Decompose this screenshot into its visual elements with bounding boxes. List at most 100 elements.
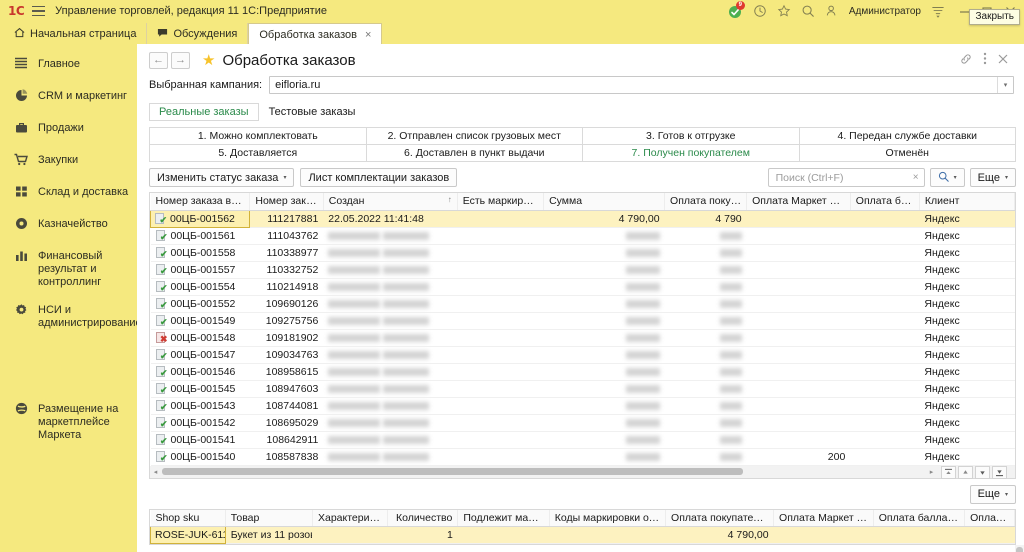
col-header-kolichestvo[interactable]: Количество	[387, 509, 459, 527]
cell-order-number-1c[interactable]: ✔ 00ЦБ-001557	[150, 261, 250, 279]
scroll-thumb[interactable]	[162, 468, 744, 475]
col-header-kody-markirovki[interactable]: Коды маркировки отправлены	[549, 509, 667, 527]
cell-created[interactable]	[323, 397, 458, 415]
scroll-right-icon[interactable]: ▸	[926, 468, 937, 476]
col-header-client[interactable]: Клиент	[919, 193, 1016, 211]
col-header-harakteristika[interactable]: Характеристика т...	[312, 509, 388, 527]
cell-oplata-pokupatelem[interactable]: 4 790,00	[665, 526, 774, 544]
col-header-has-marked-goods[interactable]: Есть маркируемые товары	[457, 193, 545, 211]
cell-payment-buyer[interactable]	[664, 346, 747, 364]
table-row[interactable]: ✔ 00ЦБ-001543 108744081 Яндекс	[150, 397, 1015, 415]
move-up-icon[interactable]	[958, 465, 973, 479]
cell-payment-market-bonus[interactable]	[746, 414, 851, 432]
cell-created[interactable]	[323, 227, 458, 245]
back-button[interactable]: ←	[149, 51, 168, 69]
cell-has-marked-goods[interactable]	[457, 210, 544, 228]
cell-created[interactable]	[323, 261, 458, 279]
cell-summa[interactable]	[543, 448, 665, 466]
cell-payment-bonus[interactable]	[850, 312, 920, 330]
cell-harakteristika[interactable]	[312, 526, 388, 544]
cell-summa[interactable]	[543, 244, 665, 262]
table-row[interactable]: ✔ 00ЦБ-001549 109275756 Яндекс	[150, 312, 1015, 330]
cell-summa[interactable]	[543, 397, 665, 415]
cell-podlezhit-markirovke[interactable]	[457, 526, 550, 544]
cell-payment-bonus[interactable]	[850, 329, 920, 347]
chevron-down-icon[interactable]: ▾	[997, 77, 1013, 93]
tab-home-page[interactable]: Начальная страница	[4, 23, 148, 44]
search-input[interactable]	[773, 170, 911, 185]
cell-summa[interactable]	[543, 329, 665, 347]
cell-summa[interactable]	[543, 346, 665, 364]
cell-kolichestvo[interactable]: 1	[387, 526, 458, 544]
col-header-order-number-1c[interactable]: Номер заказа в 1С	[150, 193, 251, 211]
cell-client[interactable]: Яндекс	[919, 448, 1015, 466]
cell-payment-buyer[interactable]	[664, 244, 747, 262]
cell-summa[interactable]	[543, 261, 665, 279]
search-icon[interactable]	[801, 4, 815, 18]
search-button[interactable]: ▾	[929, 168, 965, 187]
cell-has-marked-goods[interactable]	[457, 414, 544, 432]
sidebar-item-main[interactable]: Главное	[0, 50, 137, 82]
table-row[interactable]: ✔ 00ЦБ-001552 109690126 Яндекс	[150, 295, 1015, 313]
sidebar-item-crm[interactable]: CRM и маркетинг	[0, 82, 137, 114]
cell-payment-market-bonus[interactable]	[746, 261, 851, 279]
cell-payment-buyer[interactable]	[664, 397, 747, 415]
cell-client[interactable]: Яндекс	[919, 295, 1015, 313]
table-row[interactable]: ROSE-JUK-61137Букет из 11 розов... 1 4 790…	[150, 526, 1015, 544]
cell-has-marked-goods[interactable]	[457, 278, 544, 296]
cell-has-marked-goods[interactable]	[457, 295, 544, 313]
cell-client[interactable]: Яндекс	[919, 329, 1015, 347]
cell-client[interactable]: Яндекс	[919, 278, 1015, 296]
cell-order-number-1c[interactable]: ✔ 00ЦБ-001549	[150, 312, 250, 330]
cell-order-number-market[interactable]: 108744081	[249, 397, 324, 415]
cell-created[interactable]	[323, 363, 458, 381]
cell-payment-market-bonus[interactable]	[746, 363, 851, 381]
favorites-star-icon[interactable]	[777, 4, 791, 18]
cell-created[interactable]	[323, 380, 458, 398]
cell-oplata-bo[interactable]	[964, 526, 1015, 544]
cell-client[interactable]: Яндекс	[919, 312, 1015, 330]
cell-kody-markirovki[interactable]	[549, 526, 666, 544]
cell-summa[interactable]	[543, 312, 665, 330]
tab-close-icon[interactable]: ×	[365, 29, 371, 41]
cell-client[interactable]: Яндекс	[919, 414, 1015, 432]
link-icon[interactable]	[960, 53, 972, 68]
table-row[interactable]: ✔ 00ЦБ-001545 108947603 Яндекс	[150, 380, 1015, 398]
cell-payment-bonus[interactable]	[850, 363, 920, 381]
col-header-payment-market-bonus[interactable]: Оплата Маркет бонусами	[746, 193, 851, 211]
cell-order-number-1c[interactable]: ✖ 00ЦБ-001548	[150, 329, 250, 347]
cell-summa[interactable]	[543, 363, 665, 381]
cell-payment-bonus[interactable]	[850, 431, 920, 449]
cell-client[interactable]: Яндекс	[919, 227, 1015, 245]
cell-order-number-1c[interactable]: ✔ 00ЦБ-001547	[150, 346, 250, 364]
sidebar-item-sales[interactable]: Продажи	[0, 114, 137, 146]
table-row[interactable]: ✔ 00ЦБ-001554 110214918 Яндекс	[150, 278, 1015, 296]
sidebar-item-marketplace[interactable]: Размещение на маркетплейсе Маркета	[0, 395, 137, 449]
cell-has-marked-goods[interactable]	[457, 261, 544, 279]
close-icon[interactable]	[998, 53, 1008, 67]
cell-has-marked-goods[interactable]	[457, 312, 544, 330]
cell-order-number-market[interactable]: 108587838	[249, 448, 324, 466]
cell-order-number-market[interactable]: 111043762	[249, 227, 324, 245]
cell-has-marked-goods[interactable]	[457, 363, 544, 381]
forward-button[interactable]: →	[171, 51, 190, 69]
cell-payment-buyer[interactable]	[664, 363, 747, 381]
change-order-status-button[interactable]: Изменить статус заказа ▾	[149, 168, 295, 187]
cell-summa[interactable]	[543, 227, 665, 245]
table-row[interactable]: ✔ 00ЦБ-001562 111217881 22.05.2022 11:41:48…	[149, 209, 1015, 228]
status-filter-3[interactable]: 3. Готов к отгрузке	[582, 128, 799, 144]
sidebar-item-purchases[interactable]: Закупки	[0, 146, 137, 178]
cell-order-number-1c[interactable]: ✔ 00ЦБ-001540	[150, 448, 250, 466]
status-filter-4[interactable]: 4. Передан службе доставки	[798, 128, 1015, 144]
cell-has-marked-goods[interactable]	[457, 244, 544, 262]
notification-bell-icon[interactable]: 9	[727, 1, 745, 19]
cell-order-number-1c[interactable]: ✔ 00ЦБ-001541	[150, 431, 250, 449]
more-vertical-icon[interactable]	[983, 52, 987, 68]
col-header-oplata-pokupatelem[interactable]: Оплата покупателем	[665, 509, 775, 527]
cell-order-number-market[interactable]: 110332752	[249, 261, 324, 279]
cell-payment-market-bonus[interactable]	[746, 346, 851, 364]
cell-order-number-1c[interactable]: ✔ 00ЦБ-001562	[149, 209, 251, 228]
cell-payment-buyer[interactable]	[664, 414, 747, 432]
cell-order-number-market[interactable]: 108947603	[249, 380, 324, 398]
status-filter-2[interactable]: 2. Отправлен список грузовых мест	[365, 128, 582, 144]
